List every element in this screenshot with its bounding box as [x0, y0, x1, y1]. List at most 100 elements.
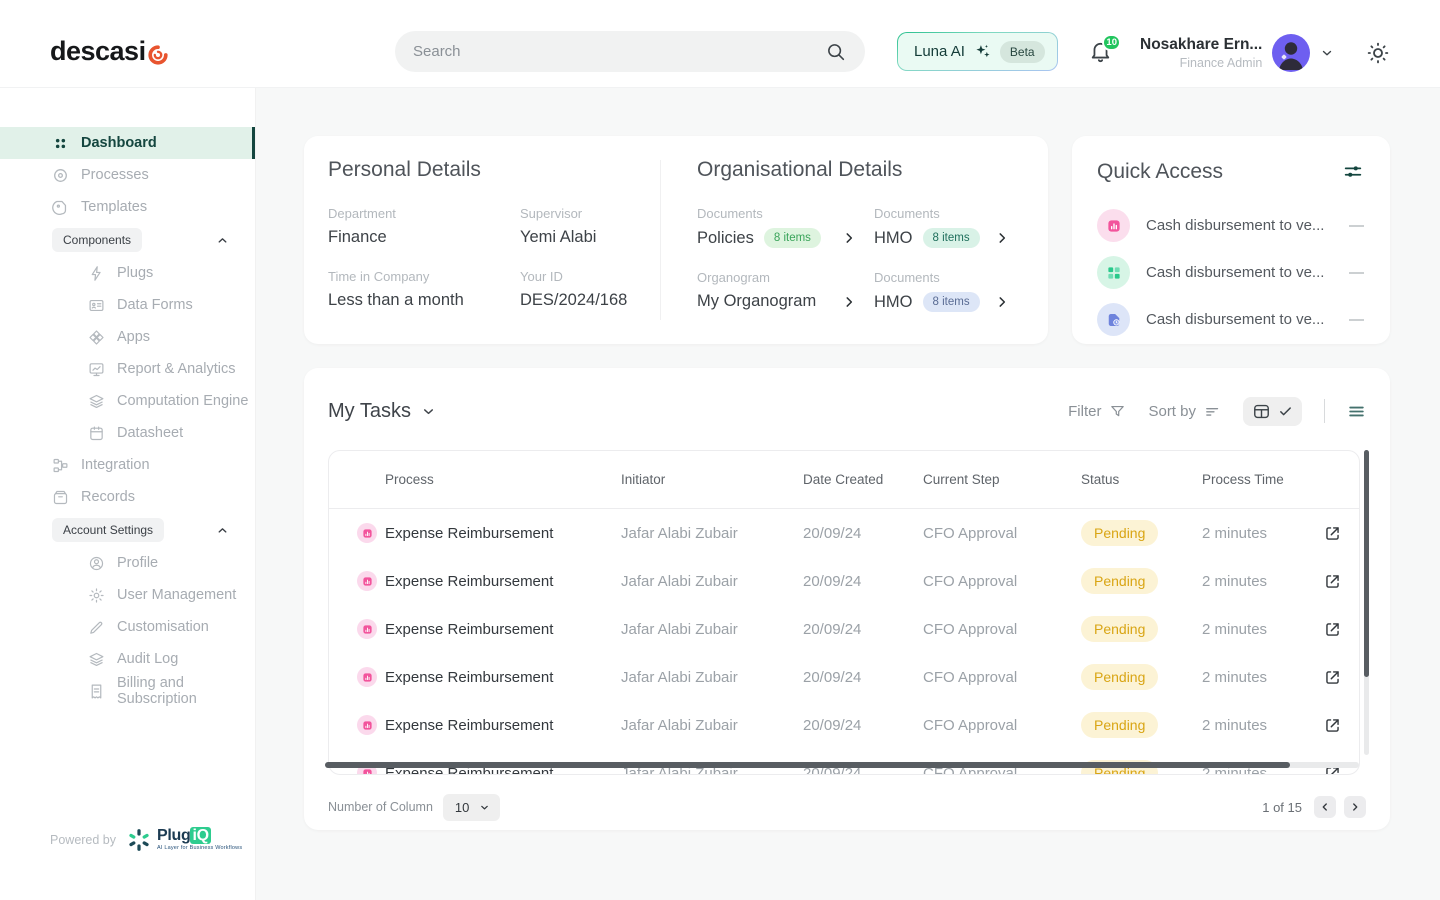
process-icon [357, 619, 377, 639]
vertical-scrollbar[interactable] [1364, 450, 1369, 755]
column-header: Date Created [803, 472, 923, 487]
avatar[interactable] [1272, 34, 1310, 72]
sidebar-item-templates[interactable]: Templates [0, 191, 255, 223]
org-item-hmo-2[interactable]: Documents HMO 8 items [874, 270, 1027, 312]
sidebar-item-label: Processes [81, 167, 149, 183]
open-task-icon[interactable] [1323, 572, 1342, 591]
open-task-icon[interactable] [1323, 716, 1342, 735]
menu-icon[interactable] [1347, 402, 1366, 421]
details-card: Personal Details Department Finance Supe… [304, 136, 1048, 344]
sidebar-item-dashboard[interactable]: Dashboard [0, 127, 255, 159]
column-header: Initiator [621, 472, 803, 487]
notification-count-badge: 10 [1102, 34, 1121, 51]
sidebar-item-report-analytics[interactable]: Report & Analytics [0, 353, 255, 385]
quick-access-item[interactable]: Cash disbursement to ve... — [1072, 296, 1390, 343]
user-menu[interactable]: Nosakhare Ern... Finance Admin [1140, 34, 1334, 72]
status-badge: Pending [1081, 712, 1158, 738]
sun-icon [1365, 40, 1391, 66]
sidebar-item-label: Templates [81, 199, 147, 215]
table-row[interactable]: Expense Reimbursement Jafar Alabi Zubair… [329, 509, 1359, 557]
open-task-icon[interactable] [1323, 524, 1342, 543]
previous-page-button[interactable] [1314, 796, 1336, 818]
components-section-label: Components [52, 228, 142, 252]
sidebar-item-billing[interactable]: Billing and Subscription [0, 675, 255, 707]
sidebar-item-audit-log[interactable]: Audit Log [0, 643, 255, 675]
plugiq-gear-icon [126, 827, 152, 853]
chevron-down-icon [479, 802, 490, 813]
dash-action[interactable]: — [1349, 264, 1364, 281]
next-page-button[interactable] [1344, 796, 1366, 818]
sidebar-item-datasheet[interactable]: Datasheet [0, 417, 255, 449]
view-toggle-button[interactable] [1243, 397, 1302, 426]
sidebar-item-plugs[interactable]: Plugs [0, 257, 255, 289]
columns-count-select[interactable]: 10 [443, 794, 500, 821]
dash-action[interactable]: — [1349, 217, 1364, 234]
personal-details-section: Personal Details Department Finance Supe… [328, 158, 658, 310]
vertical-scrollbar-thumb[interactable] [1364, 450, 1369, 677]
logo-text: descasi [50, 36, 146, 67]
billing-icon [88, 683, 105, 700]
quick-access-item[interactable]: Cash disbursement to ve... — [1072, 202, 1390, 249]
tasks-title-dropdown[interactable]: My Tasks [328, 400, 436, 423]
sidebar-item-user-management[interactable]: User Management [0, 579, 255, 611]
sidebar-item-records[interactable]: Records [0, 481, 255, 513]
sidebar-item-profile[interactable]: Profile [0, 547, 255, 579]
sliders-icon[interactable] [1342, 161, 1364, 183]
plugs-icon [88, 265, 105, 282]
dash-action[interactable]: — [1349, 311, 1364, 328]
tasks-title: My Tasks [328, 400, 411, 423]
table-row[interactable]: Expense Reimbursement Jafar Alabi Zubair… [329, 653, 1359, 701]
org-item-policies[interactable]: Documents Policies 8 items [697, 206, 874, 248]
plugiq-logo: PlugiQ AI Layer for Business Workflows [126, 827, 242, 853]
process-icon [357, 571, 377, 591]
search-bar[interactable] [395, 31, 865, 72]
sidebar-item-label: Apps [117, 329, 150, 345]
horizontal-scrollbar[interactable] [325, 762, 1359, 768]
sidebar-item-processes[interactable]: Processes [0, 159, 255, 191]
file-clock-icon [1097, 303, 1130, 336]
open-task-icon[interactable] [1323, 668, 1342, 687]
luna-ai-button[interactable]: Luna AI Beta [897, 32, 1058, 71]
open-task-icon[interactable] [1323, 620, 1342, 639]
components-section-toggle[interactable]: Components [0, 223, 255, 257]
sort-button[interactable]: Sort by [1148, 403, 1221, 420]
sidebar-item-label: Computation Engine [117, 393, 248, 409]
org-item-hmo-1[interactable]: Documents HMO 8 items [874, 206, 1027, 248]
account-settings-section-toggle[interactable]: Account Settings [0, 513, 255, 547]
sidebar-item-apps[interactable]: Apps [0, 321, 255, 353]
quick-access-item[interactable]: Cash disbursement to ve... — [1072, 249, 1390, 296]
sparkles-icon [973, 42, 992, 61]
funnel-icon [1109, 403, 1126, 420]
pagination: 1 of 15 [1262, 796, 1366, 818]
field-your-id: Your ID DES/2024/168 [520, 269, 658, 310]
tasks-footer: Number of Column 10 1 of 15 [328, 792, 1366, 822]
quick-access-card: Quick Access Cash disbursement to ve... … [1072, 136, 1390, 344]
table-row[interactable]: Expense Reimbursement Jafar Alabi Zubair… [329, 557, 1359, 605]
chevron-right-icon[interactable] [995, 231, 1009, 245]
chevron-down-icon[interactable] [1320, 46, 1334, 60]
chevron-right-icon[interactable] [842, 295, 856, 309]
sidebar-item-label: Audit Log [117, 651, 178, 667]
sidebar-item-integration[interactable]: Integration [0, 449, 255, 481]
org-item-organogram[interactable]: Organogram My Organogram [697, 270, 874, 312]
filter-button[interactable]: Filter [1068, 403, 1126, 420]
table-row[interactable]: Expense Reimbursement Jafar Alabi Zubair… [329, 701, 1359, 749]
chevron-right-icon[interactable] [842, 231, 856, 245]
field-time-in-company: Time in Company Less than a month [328, 269, 520, 310]
chevron-right-icon[interactable] [995, 295, 1009, 309]
notifications-button[interactable]: 10 [1088, 38, 1114, 66]
card-divider [660, 160, 661, 320]
horizontal-scrollbar-thumb[interactable] [325, 762, 1290, 768]
profile-icon [88, 555, 105, 572]
sidebar-item-label: Integration [81, 457, 150, 473]
theme-toggle-button[interactable] [1365, 40, 1391, 66]
powered-by-label: Powered by [50, 833, 116, 847]
sidebar-item-customisation[interactable]: Customisation [0, 611, 255, 643]
search-input[interactable] [413, 43, 825, 60]
search-icon[interactable] [825, 41, 847, 63]
table-row[interactable]: Expense Reimbursement Jafar Alabi Zubair… [329, 605, 1359, 653]
sidebar-item-data-forms[interactable]: Data Forms [0, 289, 255, 321]
sidebar-item-computation-engine[interactable]: Computation Engine [0, 385, 255, 417]
check-icon [1278, 404, 1293, 419]
personal-details-title: Personal Details [328, 158, 658, 182]
